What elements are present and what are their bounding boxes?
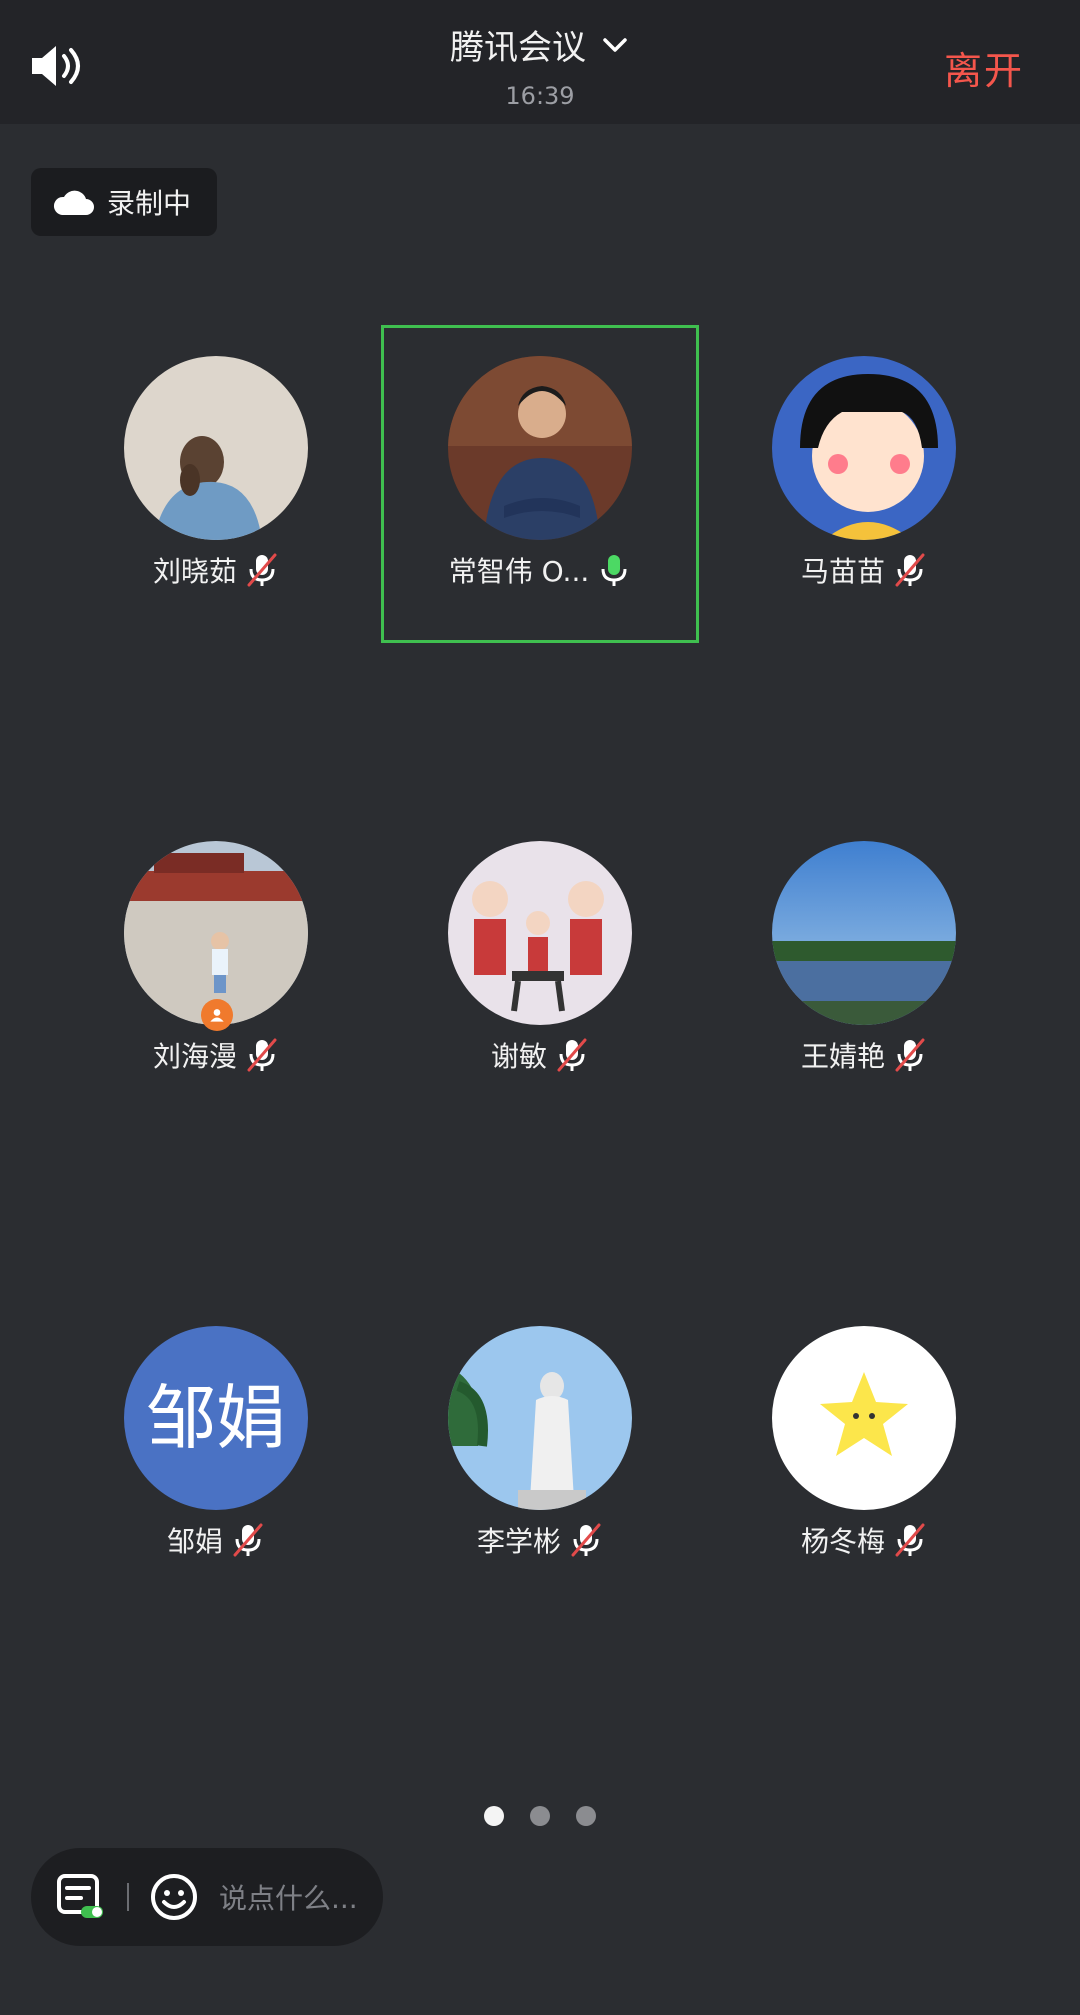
top-bar: 腾讯会议 16:39 离开	[0, 0, 1080, 124]
participant-tile-active-speaker[interactable]: 常智伟 O...	[377, 326, 697, 656]
participant-tile[interactable]: 马苗苗	[701, 326, 1021, 656]
participant-name: 邹娟	[166, 1525, 223, 1558]
avatar	[124, 356, 308, 540]
chat-placeholder[interactable]: 说点什么...	[219, 1877, 358, 1917]
participant-name: 刘晓茹	[152, 555, 237, 588]
participant-tile[interactable]: 谢敏	[377, 811, 697, 1141]
mic-muted-icon	[247, 1038, 277, 1072]
participant-name: 刘海漫	[152, 1040, 237, 1073]
cloud-icon	[53, 190, 94, 215]
page-dot[interactable]	[530, 1806, 550, 1826]
avatar	[772, 841, 956, 1025]
participant-tile[interactable]: 刘海漫	[53, 811, 373, 1141]
avatar	[448, 356, 632, 540]
mic-muted-icon	[247, 553, 277, 587]
participant-name: 李学彬	[476, 1525, 561, 1558]
avatar	[772, 1326, 956, 1510]
emoji-icon[interactable]	[149, 1872, 199, 1922]
avatar	[448, 1326, 632, 1510]
avatar	[448, 841, 632, 1025]
mic-muted-icon	[895, 553, 925, 587]
chevron-down-icon	[603, 37, 627, 52]
avatar	[124, 841, 308, 1025]
chat-input-bar[interactable]: 说点什么...	[31, 1848, 383, 1946]
meeting-time: 16:39	[505, 82, 575, 110]
leave-button[interactable]: 离开	[944, 40, 1024, 95]
mic-muted-icon	[557, 1038, 587, 1072]
participant-tile[interactable]: 刘晓茹	[53, 326, 373, 656]
mic-muted-icon	[895, 1523, 925, 1557]
page-dot[interactable]	[576, 1806, 596, 1826]
divider	[127, 1883, 129, 1911]
participant-name: 谢敏	[490, 1040, 547, 1073]
participant-tile[interactable]: 邹娟 邹娟	[53, 1296, 373, 1626]
participant-tile[interactable]: 王婧艳	[701, 811, 1021, 1141]
chat-settings-icon[interactable]	[55, 1872, 105, 1922]
mic-muted-icon	[233, 1523, 263, 1557]
host-badge-icon	[201, 999, 233, 1031]
participant-tile[interactable]: 杨冬梅	[701, 1296, 1021, 1626]
avatar-initials: 邹娟	[146, 1377, 286, 1459]
mic-active-icon	[601, 555, 627, 586]
meeting-title-dropdown[interactable]: 腾讯会议	[450, 20, 630, 69]
avatar: 邹娟	[124, 1326, 308, 1510]
page-indicator[interactable]	[0, 1806, 1080, 1826]
meeting-title: 腾讯会议	[450, 28, 586, 68]
recording-badge[interactable]: 录制中	[31, 168, 217, 236]
participant-name: 杨冬梅	[800, 1525, 885, 1558]
page-dot-active[interactable]	[484, 1806, 504, 1826]
participant-name: 马苗苗	[800, 555, 885, 588]
participant-tile[interactable]: 李学彬	[377, 1296, 697, 1626]
mic-muted-icon	[895, 1038, 925, 1072]
participant-name: 王婧艳	[800, 1040, 885, 1073]
participant-name: 常智伟 O...	[448, 555, 590, 588]
mic-muted-icon	[571, 1523, 601, 1557]
avatar	[772, 356, 956, 540]
recording-label: 录制中	[107, 187, 192, 220]
